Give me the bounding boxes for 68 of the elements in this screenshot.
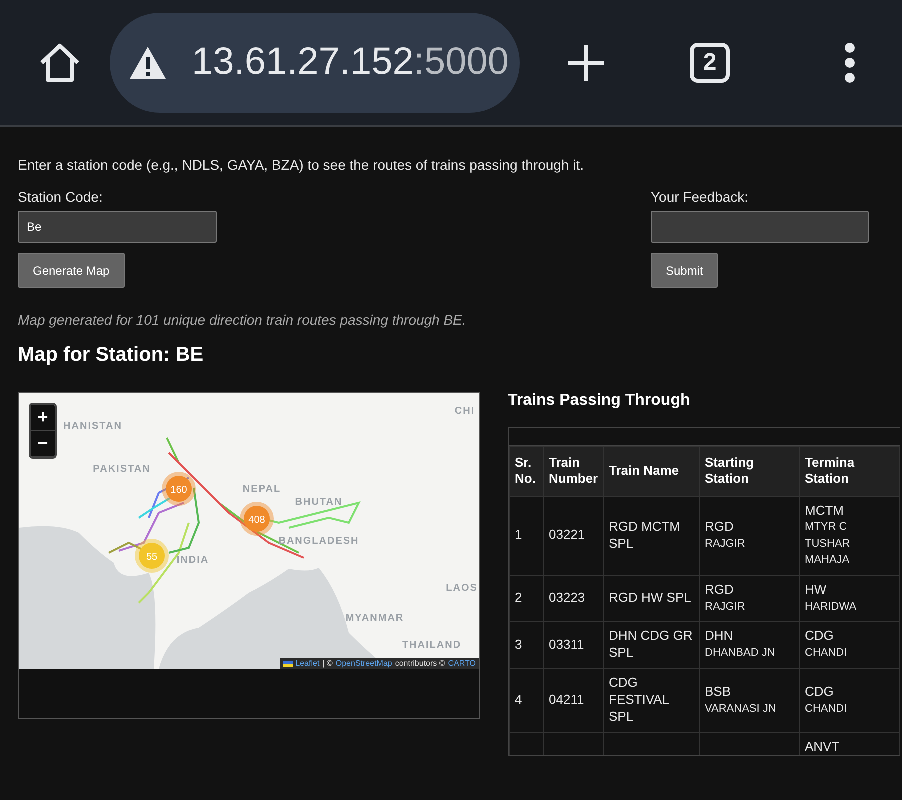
station-code: BSB xyxy=(705,684,732,701)
station-code: DHN xyxy=(705,628,734,646)
station-name: HARIDWA xyxy=(805,600,858,615)
feedback-label: Your Feedback: xyxy=(651,189,749,205)
address-bar[interactable]: 13.61.27.152:5000 xyxy=(110,12,520,112)
attribution-text: contributors © xyxy=(395,659,446,668)
table-cell: CDG FESTIVAL SPL xyxy=(604,668,700,732)
station-code: RGD xyxy=(705,582,735,599)
map-country-label: THAILAND xyxy=(402,640,462,651)
generate-map-button[interactable]: Generate Map xyxy=(18,253,125,288)
zoom-in-button[interactable]: + xyxy=(31,405,55,431)
column-header: Sr. No. xyxy=(510,446,544,496)
column-header: Train Name xyxy=(604,446,700,496)
url-text: 13.61.27.152:5000 xyxy=(192,41,509,84)
map-country-label: PAKISTAN xyxy=(93,464,151,475)
table-cell: 4 xyxy=(510,668,544,732)
station-name: RAJGIR xyxy=(705,600,746,615)
trains-heading: Trains Passing Through xyxy=(508,392,692,410)
table-cell: RGD MCTM SPL xyxy=(604,496,700,576)
status-message: Map generated for 101 unique direction train routes passing through BE. xyxy=(18,312,468,328)
submit-button[interactable]: Submit xyxy=(651,253,718,288)
flag-icon xyxy=(282,660,293,666)
station-code: RGD xyxy=(705,519,735,536)
menu-icon[interactable] xyxy=(844,42,856,82)
map-heading: Map for Station: BE xyxy=(18,344,205,367)
table-cell: RGD HW SPL xyxy=(604,575,700,622)
station-code-label: Station Code: xyxy=(18,189,103,205)
map-country-label: HANISTAN xyxy=(64,421,122,432)
station-code: CDG xyxy=(805,628,835,646)
tab-count-button[interactable]: 2 xyxy=(690,42,730,82)
map-country-label: CHI xyxy=(454,406,476,417)
plus-icon[interactable] xyxy=(566,42,606,82)
table-cell: 03221 xyxy=(544,496,604,576)
map-country-label: INDIA xyxy=(176,555,210,566)
station-name: RAJGIR xyxy=(705,536,746,552)
table-cell: 03311 xyxy=(544,622,604,669)
table-cell: 2 xyxy=(510,575,544,622)
station-name: CHANDI xyxy=(805,646,848,662)
table-cell: DHN CDG GR SPL xyxy=(604,622,700,669)
station-code-field[interactable]: Be xyxy=(18,211,217,243)
warning-icon[interactable] xyxy=(128,44,168,80)
attribution-separator: | © xyxy=(322,659,333,668)
table-cell: 1 xyxy=(510,496,544,576)
table-cell: 04211 xyxy=(544,668,604,732)
station-code: ANVT xyxy=(805,738,841,755)
map-country-label: BHUTAN xyxy=(295,497,343,508)
table-cell: 3 xyxy=(510,622,544,669)
map-country-label: MYANMAR xyxy=(346,613,404,624)
intro-text: Enter a station code (e.g., NDLS, GAYA, BZA) to see the routes of trains passing through it. xyxy=(18,157,585,173)
station-name: VARANASI JN xyxy=(705,702,778,717)
station-code: MCTM xyxy=(805,502,845,520)
station-name: CHANDI xyxy=(805,702,848,717)
map-country-label: LAOS xyxy=(446,583,478,594)
map-country-label: BANGLADESH xyxy=(278,536,360,547)
carto-link[interactable]: CARTO xyxy=(448,659,476,668)
column-header: Starting Station xyxy=(700,446,800,496)
station-code: HW xyxy=(805,582,828,599)
station-code: CDG xyxy=(805,684,835,701)
map-country-label: NEPAL xyxy=(242,484,282,495)
leaflet-link[interactable]: Leaflet xyxy=(296,659,320,668)
openstreetmap-link[interactable]: OpenStreetMap xyxy=(336,659,392,668)
column-header: Train Number xyxy=(544,446,604,496)
zoom-out-button[interactable]: − xyxy=(31,431,55,457)
feedback-field[interactable] xyxy=(651,211,869,243)
station-name: MTYR C TUSHAR MAHAJA xyxy=(805,520,852,568)
column-header: Termina Station xyxy=(800,446,900,496)
station-name: DHANBAD JN xyxy=(705,646,776,662)
table-cell: 03223 xyxy=(544,575,604,622)
